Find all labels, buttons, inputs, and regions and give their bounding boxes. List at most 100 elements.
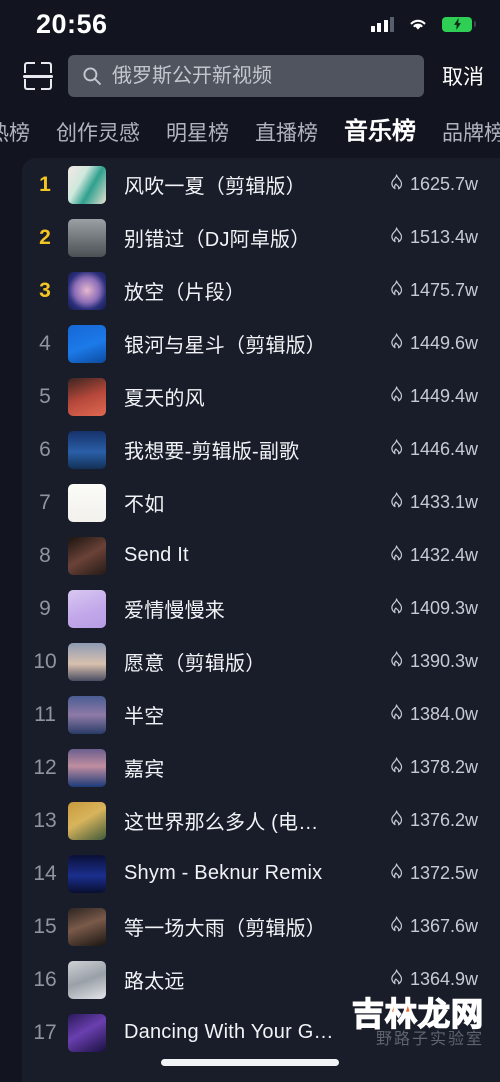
album-thumbnail[interactable] — [68, 854, 106, 893]
ranking-row[interactable]: 9 爱情慢慢来 1409.3w — [22, 582, 500, 635]
album-thumbnail[interactable] — [68, 536, 106, 575]
album-thumbnail[interactable] — [68, 1013, 106, 1052]
heat-count: 1513.4w — [389, 226, 478, 249]
music-ranking-list[interactable]: 1 风吹一夏（剪辑版） 1625.7w 2 别错过（DJ阿卓版） 1513.4w 3 放空（片… — [22, 158, 500, 1082]
rank-number: 6 — [39, 437, 51, 461]
cancel-button[interactable]: 取消 — [438, 61, 484, 91]
song-title: Dancing With Your G… — [124, 1021, 334, 1043]
ranking-row[interactable]: 1 风吹一夏（剪辑版） 1625.7w — [22, 158, 500, 211]
heat-value: 1372.5w — [409, 863, 478, 883]
flame-icon — [389, 438, 404, 461]
ranking-row[interactable]: 5 夏天的风 1449.4w — [22, 370, 500, 423]
rank-number: 14 — [33, 861, 57, 885]
heat-count: 1446.4w — [389, 438, 478, 461]
flame-icon — [389, 279, 404, 302]
rank-number: 5 — [39, 384, 51, 408]
song-title: 别错过（DJ阿卓版） — [124, 229, 311, 251]
heat-value: 1409.3w — [409, 598, 478, 618]
phone-screen: 20:56 俄罗斯公开新视频 取消 榜 创作灵感 明星榜 直播榜 音乐榜 品牌榜… — [0, 0, 500, 1082]
rank-number: 16 — [33, 967, 57, 991]
ranking-row[interactable]: 6 我想要-剪辑版-副歌 1446.4w — [22, 423, 500, 476]
cellular-signal-icon — [370, 16, 394, 32]
heat-count: 1449.4w — [389, 385, 478, 408]
rank-number: 12 — [33, 755, 57, 779]
heat-value: 1449.4w — [409, 386, 478, 406]
heat-value: 1364.9w — [409, 969, 478, 989]
tab-star-list[interactable]: 明星榜 — [166, 123, 229, 148]
heat-count: 1625.7w — [389, 173, 478, 196]
rank-number: 13 — [33, 808, 57, 832]
album-thumbnail[interactable] — [68, 960, 106, 999]
song-title: 风吹一夏（剪辑版） — [124, 176, 306, 198]
tab-brand-list[interactable]: 品牌榜 — [442, 123, 500, 148]
flame-icon — [389, 703, 404, 726]
rank-number: 11 — [34, 702, 56, 726]
flame-icon — [389, 809, 404, 832]
ranking-row[interactable]: 3 放空（片段） 1475.7w — [22, 264, 500, 317]
flame-icon — [389, 756, 404, 779]
rank-number: 9 — [39, 596, 51, 620]
album-thumbnail[interactable] — [68, 642, 106, 681]
rank-number: 17 — [33, 1020, 57, 1044]
heat-count: 1364.9w — [389, 968, 478, 991]
ranking-row[interactable]: 13 这世界那么多人 (电… 1376.2w — [22, 794, 500, 847]
heat-count: 1433.1w — [389, 491, 478, 514]
heat-value: 1449.6w — [409, 333, 478, 353]
status-bar: 20:56 — [0, 0, 500, 48]
album-thumbnail[interactable] — [68, 377, 106, 416]
album-thumbnail[interactable] — [68, 801, 106, 840]
rank-number: 1 — [39, 172, 51, 196]
ranking-row[interactable]: 7 不如 1433.1w — [22, 476, 500, 529]
heat-count: 1384.0w — [389, 703, 478, 726]
ranking-row[interactable]: 8 Send It 1432.4w — [22, 529, 500, 582]
album-thumbnail[interactable] — [68, 271, 106, 310]
heat-count: 1376.2w — [389, 809, 478, 832]
album-thumbnail[interactable] — [68, 430, 106, 469]
ranking-row[interactable]: 17 Dancing With Your G… — [22, 1006, 500, 1059]
song-title: 半空 — [124, 706, 165, 728]
flame-icon — [389, 915, 404, 938]
scan-code-icon[interactable] — [22, 60, 54, 92]
ranking-row[interactable]: 2 别错过（DJ阿卓版） 1513.4w — [22, 211, 500, 264]
heat-value: 1513.4w — [409, 227, 478, 247]
category-tab-bar[interactable]: 热榜 创作灵感 明星榜 直播榜 音乐榜 品牌榜 — [0, 104, 500, 148]
album-thumbnail[interactable] — [68, 165, 106, 204]
tab-creative-ideas[interactable]: 创作灵感 — [56, 123, 140, 148]
search-field-container[interactable] — [68, 55, 424, 97]
ranking-row[interactable]: 11 半空 1384.0w — [22, 688, 500, 741]
heat-value: 1433.1w — [409, 492, 478, 512]
flame-icon — [389, 226, 404, 249]
heat-count: 1449.6w — [389, 332, 478, 355]
album-thumbnail[interactable] — [68, 907, 106, 946]
song-title: 爱情慢慢来 — [124, 600, 225, 622]
search-icon — [83, 67, 101, 85]
tab-hot-list[interactable]: 热榜 — [0, 123, 30, 148]
ranking-row[interactable]: 12 嘉宾 1378.2w — [22, 741, 500, 794]
album-thumbnail[interactable] — [68, 695, 106, 734]
album-thumbnail[interactable] — [68, 589, 106, 628]
heat-count: 1372.5w — [389, 862, 478, 885]
album-thumbnail[interactable] — [68, 483, 106, 522]
song-title: Shym - Beknur Remix — [124, 862, 323, 884]
ranking-row[interactable]: 16 路太远 1364.9w — [22, 953, 500, 1006]
ranking-row[interactable]: 14 Shym - Beknur Remix 1372.5w — [22, 847, 500, 900]
search-input[interactable] — [112, 64, 410, 88]
heat-value: 1378.2w — [409, 757, 478, 777]
ranking-row[interactable]: 15 等一场大雨（剪辑版） 1367.6w — [22, 900, 500, 953]
tab-music-list[interactable]: 音乐榜 — [344, 120, 416, 148]
ranking-row[interactable]: 10 愿意（剪辑版） 1390.3w — [22, 635, 500, 688]
album-thumbnail[interactable] — [68, 324, 106, 363]
album-thumbnail[interactable] — [68, 748, 106, 787]
rank-number: 7 — [39, 490, 51, 514]
song-title: 放空（片段） — [124, 282, 246, 304]
flame-icon — [389, 332, 404, 355]
rank-number: 10 — [33, 649, 57, 673]
song-title: 愿意（剪辑版） — [124, 653, 266, 675]
heat-value: 1376.2w — [409, 810, 478, 830]
ranking-row[interactable]: 4 银河与星斗（剪辑版） 1449.6w — [22, 317, 500, 370]
heat-value: 1384.0w — [409, 704, 478, 724]
album-thumbnail[interactable] — [68, 218, 106, 257]
song-title: Send It — [124, 544, 189, 566]
tab-live-list[interactable]: 直播榜 — [255, 123, 318, 148]
song-title: 银河与星斗（剪辑版） — [124, 335, 326, 357]
